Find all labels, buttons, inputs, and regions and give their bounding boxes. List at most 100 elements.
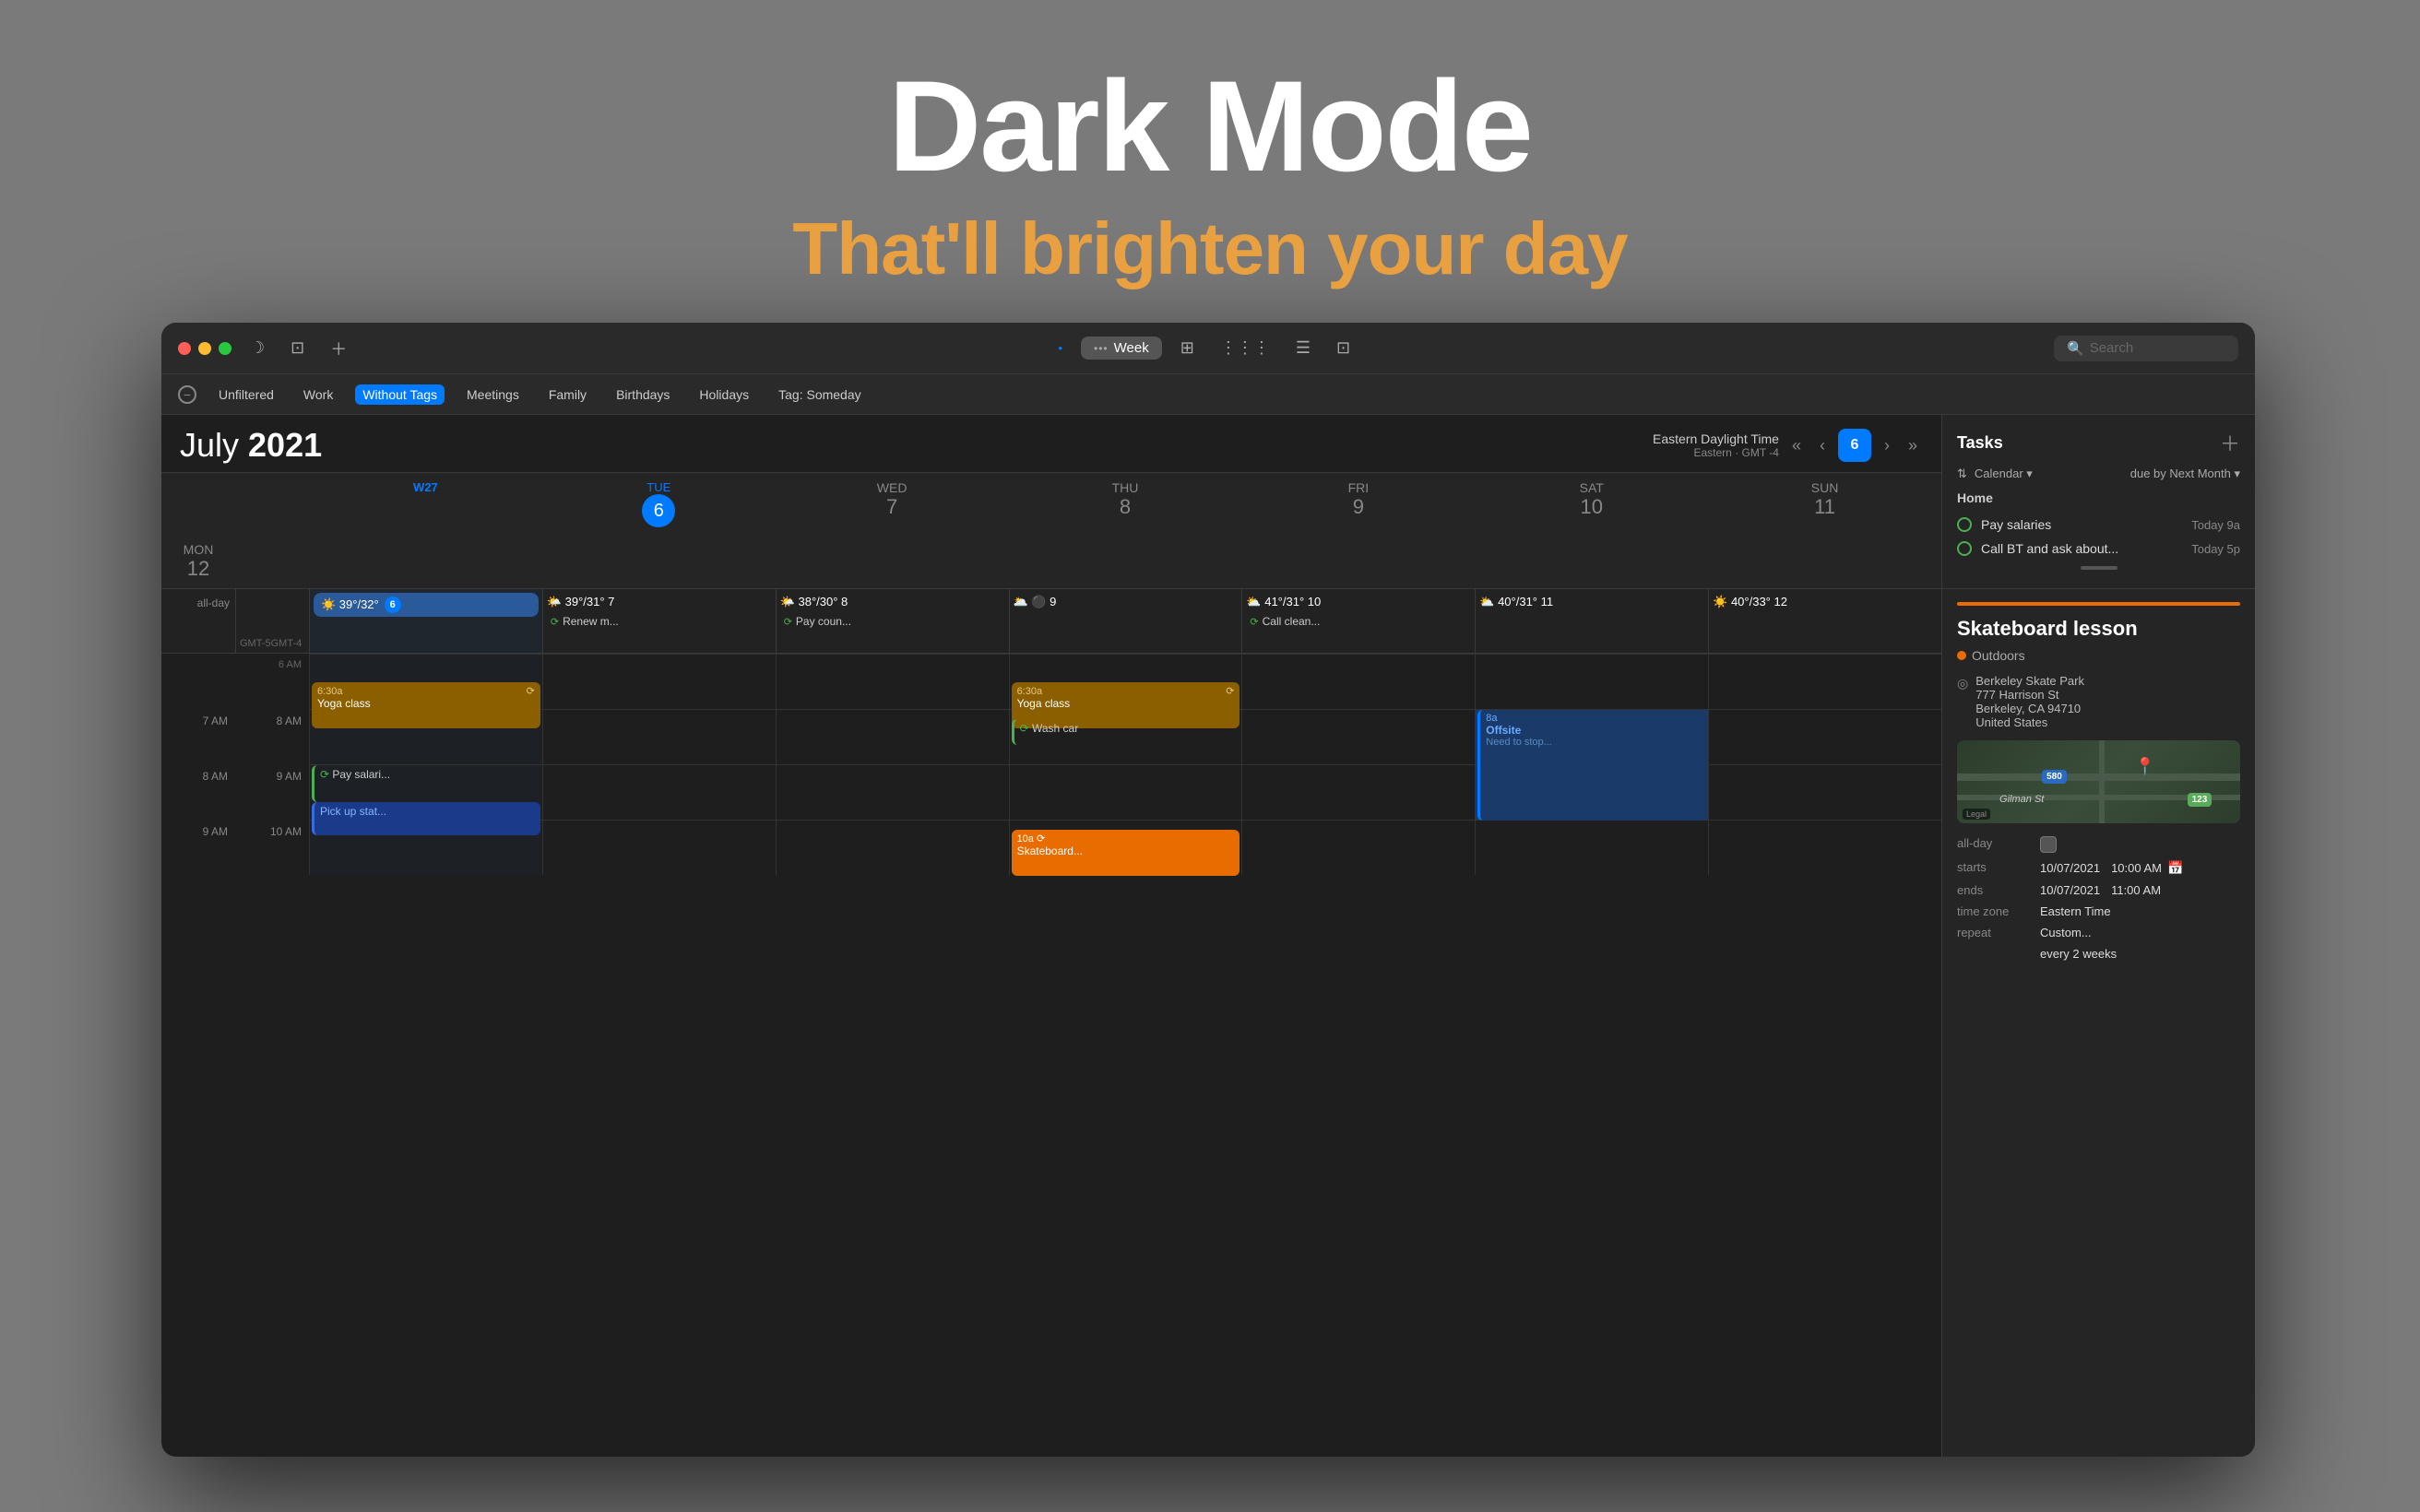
cell-9-thu[interactable] (776, 820, 1009, 875)
cell-7-sun[interactable]: 8a Offsite Need to stop... (1475, 709, 1708, 764)
maximize-button[interactable] (219, 342, 231, 355)
nav-back-back[interactable]: « (1786, 432, 1807, 459)
cell-8-tue[interactable]: ⟳ Pay salari... Pick up stat... (309, 764, 542, 820)
tasks-sort-icon[interactable]: ⇅ (1957, 467, 1967, 481)
cell-7-mon[interactable] (1708, 709, 1941, 764)
event-pickup[interactable]: Pick up stat... (312, 802, 540, 835)
allday-wed: 🌤️ 39°/31° 7 ⟳ Renew m... (542, 589, 776, 653)
cell-8-thu[interactable] (776, 764, 1009, 820)
today-button[interactable]: 6 (1838, 429, 1871, 462)
loc-line-3: Berkeley, CA 94710 (1975, 702, 2084, 715)
cell-6-fri[interactable]: 6:30a ⟳ Yoga class (1009, 654, 1242, 709)
cell-8-wed[interactable] (542, 764, 776, 820)
cell-7-sat[interactable] (1241, 709, 1475, 764)
cell-9-wed[interactable] (542, 820, 776, 875)
tasks-calendar-dropdown[interactable]: Calendar ▾ (1975, 467, 2033, 481)
starts-value: 10/07/2021 10:00 AM 📅 (2040, 860, 2183, 876)
map-shield-580: 580 (2042, 770, 2067, 784)
moon-icon[interactable]: ☽ (243, 335, 272, 361)
event-calendar-name: Outdoors (1972, 648, 2025, 663)
tasks-title: Tasks (1957, 433, 2003, 453)
detail-repeat-freq-row: every 2 weeks (1957, 947, 2240, 961)
nav-back[interactable]: ‹ (1814, 432, 1831, 459)
cell-6-sun[interactable] (1475, 654, 1708, 709)
ends-date[interactable]: 10/07/2021 (2040, 883, 2100, 897)
ends-value: 10/07/2021 11:00 AM (2040, 883, 2161, 897)
task-check-2[interactable] (1957, 541, 1972, 556)
task-time-1: Today 9a (2191, 518, 2240, 532)
detail-ends-row: ends 10/07/2021 11:00 AM (1957, 883, 2240, 897)
cell-6-wed[interactable] (542, 654, 776, 709)
event-pay-salaries[interactable]: ⟳ Pay salari... (312, 765, 540, 802)
time-grid[interactable]: 6 AM 6:30a ⟳ Yoga class 6:30a ⟳ (161, 654, 1941, 1457)
allday-label-field: all-day (1957, 836, 2040, 850)
filter-meetings[interactable]: Meetings (459, 384, 527, 405)
task-check-1[interactable] (1957, 517, 1972, 532)
filter-unfiltered[interactable]: Unfiltered (211, 384, 281, 405)
add-event-icon[interactable]: ＋ (323, 333, 354, 364)
nav-forward[interactable]: › (1879, 432, 1895, 459)
hero-subtitle: That'll brighten your day (0, 207, 2420, 291)
sidebar-toggle-icon[interactable]: ⊡ (283, 335, 312, 361)
event-call-clean[interactable]: ⟳ Call clean... (1246, 613, 1471, 630)
event-offsite[interactable]: 8a Offsite Need to stop... (1477, 710, 1706, 821)
close-button[interactable] (178, 342, 191, 355)
tasks-due-dropdown[interactable]: due by Next Month ▾ (2130, 467, 2240, 481)
ends-time[interactable]: 11:00 AM (2111, 883, 2161, 897)
event-skateboard-grid[interactable]: 10a ⟳ Skateboard... (1012, 830, 1240, 876)
filter-family[interactable]: Family (541, 384, 594, 405)
filter-birthdays[interactable]: Birthdays (609, 384, 677, 405)
filter-holidays[interactable]: Holidays (692, 384, 756, 405)
nav-forward-forward[interactable]: » (1903, 432, 1923, 459)
event-pay-county[interactable]: ⟳ Pay coun... (780, 613, 1005, 630)
event-yoga-tue[interactable]: 6:30a ⟳ Yoga class (312, 682, 540, 728)
search-icon: 🔍 (2067, 340, 2084, 357)
allday-checkbox[interactable] (2040, 836, 2057, 853)
panel-icon[interactable]: ⊡ (1329, 335, 1358, 361)
weather-sat: ⛅ 41°/31° 10 (1246, 593, 1471, 611)
cell-6-thu[interactable] (776, 654, 1009, 709)
starts-date[interactable]: 10/07/2021 (2040, 861, 2100, 875)
cell-8-fri[interactable] (1009, 764, 1242, 820)
cell-9-sat[interactable] (1241, 820, 1475, 875)
cell-9-fri[interactable]: 10a ⟳ Skateboard... (1009, 820, 1242, 875)
cell-9-sun[interactable] (1475, 820, 1708, 875)
tasks-group-label: Home (1957, 490, 2240, 505)
map-preview[interactable]: 580 📍 123 Gilman St Legal (1957, 740, 2240, 823)
task-item-pay-salaries[interactable]: Pay salaries Today 9a (1957, 513, 2240, 537)
detail-timezone-row: time zone Eastern Time (1957, 904, 2240, 918)
repeat-value[interactable]: Custom... (2040, 926, 2092, 939)
cell-6-sat[interactable] (1241, 654, 1475, 709)
timezone-value[interactable]: Eastern Time (2040, 904, 2111, 918)
grid-icon[interactable]: ⋮⋮⋮ (1213, 335, 1277, 361)
month-grid-icon[interactable]: ⊞ (1173, 335, 1202, 361)
traffic-lights (178, 342, 231, 355)
filter-work[interactable]: Work (296, 384, 340, 405)
timezone-main: Eastern Daylight Time (1653, 431, 1779, 446)
task-item-call-bt[interactable]: Call BT and ask about... Today 5p (1957, 537, 2240, 561)
week-view-button[interactable]: ••• Week (1081, 337, 1162, 360)
tasks-add-button[interactable]: ＋ (2220, 428, 2240, 457)
starts-time[interactable]: 10:00 AM (2111, 861, 2162, 875)
filter-without-tags[interactable]: Without Tags (355, 384, 445, 405)
cell-7-thu[interactable] (776, 709, 1009, 764)
event-renew[interactable]: ⟳ Renew m... (547, 613, 772, 630)
allday-sun: ⛅ 40°/31° 11 (1475, 589, 1708, 653)
filter-tag-someday[interactable]: Tag: Someday (771, 384, 869, 405)
starts-cal-icon[interactable]: 📅 (2167, 860, 2183, 876)
timezone-info: Eastern Daylight Time Eastern · GMT -4 (1653, 431, 1779, 459)
cell-8-sat[interactable] (1241, 764, 1475, 820)
allday-value (2040, 836, 2057, 853)
location-text: Berkeley Skate Park 777 Harrison St Berk… (1975, 674, 2084, 729)
filter-minus-icon[interactable]: − (178, 385, 196, 404)
search-box[interactable]: 🔍 Search (2054, 336, 2238, 361)
cell-7-wed[interactable] (542, 709, 776, 764)
event-wash-car[interactable]: ⟳ Wash car (1012, 719, 1240, 745)
map-badge-123: 123 (2188, 793, 2212, 807)
cell-8-mon[interactable] (1708, 764, 1941, 820)
list-icon[interactable]: ☰ (1288, 335, 1318, 361)
cell-6-mon[interactable] (1708, 654, 1941, 709)
cell-9-mon[interactable] (1708, 820, 1941, 875)
minimize-button[interactable] (198, 342, 211, 355)
cell-6-tue[interactable]: 6:30a ⟳ Yoga class (309, 654, 542, 709)
